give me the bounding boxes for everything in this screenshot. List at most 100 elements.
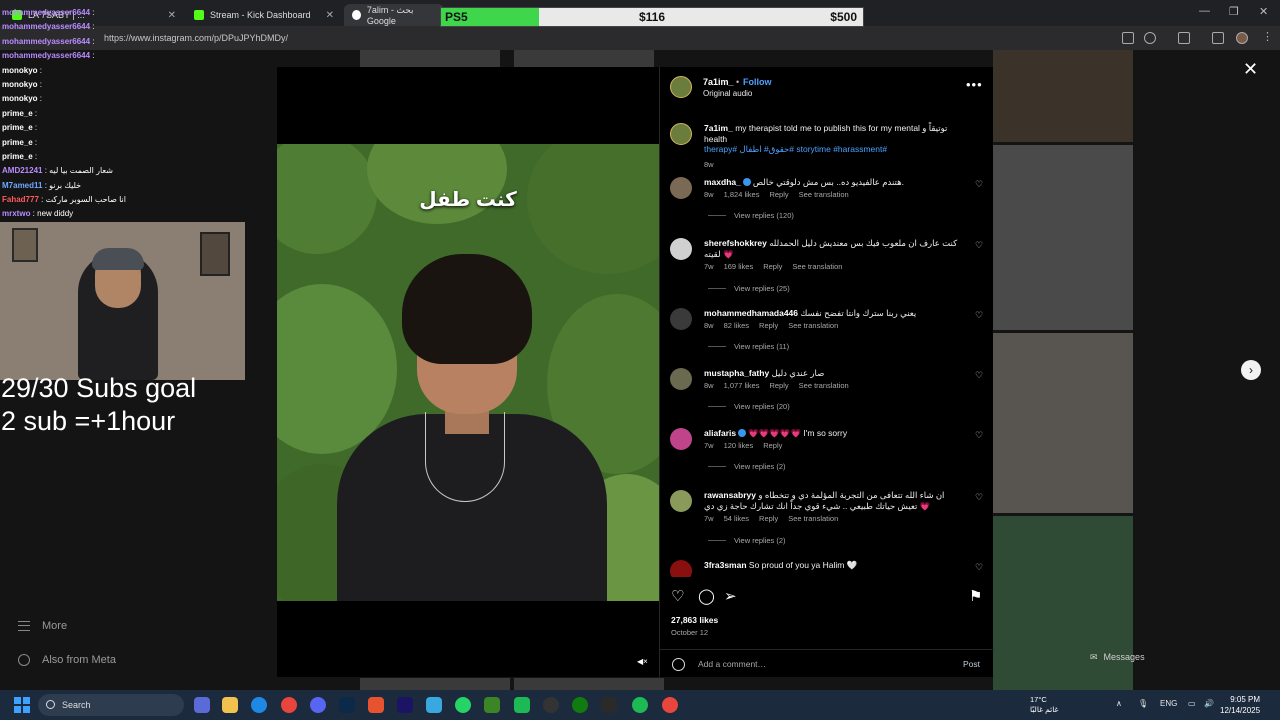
save-bookmark-icon[interactable]: ⚑: [969, 589, 985, 605]
maximize-icon[interactable]: ❐: [1229, 5, 1239, 18]
chat-username[interactable]: mohammedyasser6644: [2, 8, 90, 17]
comment-username[interactable]: 3fra3sman: [704, 560, 747, 570]
view-replies-button[interactable]: View replies (20): [708, 402, 790, 411]
close-window-icon[interactable]: ✕: [1259, 5, 1268, 18]
spotify-icon[interactable]: [632, 697, 648, 713]
file-explorer-icon[interactable]: [222, 697, 238, 713]
comment-likes[interactable]: 54 likes: [724, 514, 749, 523]
url-field[interactable]: https://www.instagram.com/p/DPuJPYhDMDy/: [104, 30, 1104, 46]
comment-reply[interactable]: Reply: [769, 190, 788, 199]
clock[interactable]: 9:05 PM 12/14/2025: [1220, 694, 1260, 716]
comment-reply[interactable]: Reply: [759, 514, 778, 523]
close-modal-icon[interactable]: ✕: [1243, 59, 1258, 80]
premiere-icon[interactable]: [397, 697, 413, 713]
chat-username[interactable]: AMD21241: [2, 166, 42, 175]
post-video[interactable]: كنت طفل ◀×: [277, 67, 659, 677]
comment-reply[interactable]: Reply: [769, 381, 788, 390]
grid-thumbnail[interactable]: [993, 145, 1133, 330]
grid-thumbnail[interactable]: [993, 333, 1133, 513]
edge-icon[interactable]: [251, 697, 267, 713]
add-comment-input[interactable]: Add a comment…: [698, 659, 766, 669]
tab-google-search[interactable]: 7alim - بحث Google: [344, 4, 444, 26]
comment-like-heart-icon[interactable]: ♡: [975, 370, 985, 380]
comment-reply[interactable]: Reply: [763, 262, 782, 271]
view-replies-button[interactable]: View replies (120): [708, 211, 794, 220]
grid-thumbnail[interactable]: [993, 50, 1133, 142]
chat-username[interactable]: monokyo: [2, 94, 38, 103]
view-replies-button[interactable]: View replies (2): [708, 536, 786, 545]
language-indicator[interactable]: ENG: [1160, 699, 1177, 708]
comment-likes[interactable]: 1,824 likes: [724, 190, 760, 199]
view-replies-button[interactable]: View replies (11): [708, 342, 789, 351]
commenter-avatar[interactable]: [670, 368, 692, 390]
profile-avatar-icon[interactable]: [1236, 32, 1248, 44]
original-audio-link[interactable]: Original audio: [703, 89, 752, 98]
brave-icon[interactable]: [368, 697, 384, 713]
chat-username[interactable]: monokyo: [2, 80, 38, 89]
comment-username[interactable]: aliafaris: [704, 428, 736, 438]
close-icon[interactable]: ✕: [326, 10, 334, 21]
view-replies-button[interactable]: View replies (2): [708, 462, 786, 471]
windows-start-icon[interactable]: [14, 697, 30, 713]
author-username[interactable]: 7a1im_: [703, 77, 734, 87]
comment-username[interactable]: sherefshokkrey: [704, 238, 767, 248]
comment-likes[interactable]: 169 likes: [724, 262, 754, 271]
minimize-icon[interactable]: —: [1199, 5, 1210, 17]
comment-username[interactable]: mohammedhamada446: [704, 308, 798, 318]
comment-like-heart-icon[interactable]: ♡: [975, 310, 985, 320]
next-post-button[interactable]: ›: [1241, 360, 1261, 380]
comment-username[interactable]: rawansabryy: [704, 490, 756, 500]
chat-username[interactable]: prime_e: [2, 138, 33, 147]
like-heart-icon[interactable]: ♡: [671, 589, 687, 605]
comment-like-heart-icon[interactable]: ♡: [975, 240, 985, 250]
tab-search-icon[interactable]: [1212, 32, 1224, 44]
commenter-avatar[interactable]: [670, 308, 692, 330]
messages-button[interactable]: ✉ Messages: [1090, 648, 1145, 666]
chat-username[interactable]: prime_e: [2, 109, 33, 118]
commenter-avatar[interactable]: [670, 177, 692, 199]
xbox-icon[interactable]: [572, 697, 588, 713]
comment-translate[interactable]: See translation: [788, 321, 838, 330]
caption-hashtags[interactable]: therapy# حقوق# اطفال# storytime #harassm…: [704, 144, 887, 154]
weather-widget[interactable]: 17°C غائم غالبًا: [1030, 695, 1058, 715]
microphone-icon[interactable]: 🎙: [1138, 699, 1148, 708]
more-options-icon[interactable]: •••: [966, 77, 983, 92]
comment-translate[interactable]: See translation: [799, 190, 849, 199]
capcut-icon[interactable]: [426, 697, 442, 713]
chat-username[interactable]: mohammedyasser6644: [2, 51, 90, 60]
app-icon[interactable]: [514, 697, 530, 713]
caption-username[interactable]: 7a1im_: [704, 123, 733, 133]
bookmark-star-icon[interactable]: [1144, 32, 1156, 44]
likes-count[interactable]: 27,863 likes: [671, 615, 718, 625]
obs-icon[interactable]: [543, 697, 559, 713]
taskbar-search[interactable]: Search: [38, 694, 184, 716]
discord-icon[interactable]: [310, 697, 326, 713]
post-comment-button[interactable]: Post: [963, 659, 980, 669]
comment-like-heart-icon[interactable]: ♡: [975, 492, 985, 502]
tray-chevron-icon[interactable]: ∧: [1116, 699, 1122, 708]
comment-like-heart-icon[interactable]: ♡: [975, 562, 985, 572]
comment-like-heart-icon[interactable]: ♡: [975, 430, 985, 440]
comment-likes[interactable]: 1,077 likes: [724, 381, 760, 390]
chat-username[interactable]: mohammedyasser6644: [2, 37, 90, 46]
comment-translate[interactable]: See translation: [788, 514, 838, 523]
cast-icon[interactable]: [1122, 32, 1134, 44]
commenter-avatar[interactable]: [670, 238, 692, 260]
comment-username[interactable]: maxdha_: [704, 177, 741, 187]
author-avatar[interactable]: [670, 123, 692, 145]
comment-icon[interactable]: ◯: [698, 589, 715, 605]
comment-like-heart-icon[interactable]: ♡: [975, 179, 985, 189]
chrome-icon[interactable]: [281, 697, 297, 713]
whatsapp-icon[interactable]: [455, 697, 471, 713]
nav-more[interactable]: More: [18, 620, 67, 632]
chat-username[interactable]: prime_e: [2, 152, 33, 161]
photoshop-icon[interactable]: [339, 697, 355, 713]
comment-translate[interactable]: See translation: [792, 262, 842, 271]
volume-icon[interactable]: 🔊: [1204, 699, 1214, 708]
emoji-icon[interactable]: [672, 658, 685, 671]
commenter-avatar[interactable]: [670, 560, 692, 577]
comment-reply[interactable]: Reply: [763, 441, 782, 450]
share-icon[interactable]: ➢: [724, 589, 740, 605]
chat-username[interactable]: mohammedyasser6644: [2, 22, 90, 31]
mute-icon[interactable]: ◀×: [637, 657, 648, 667]
